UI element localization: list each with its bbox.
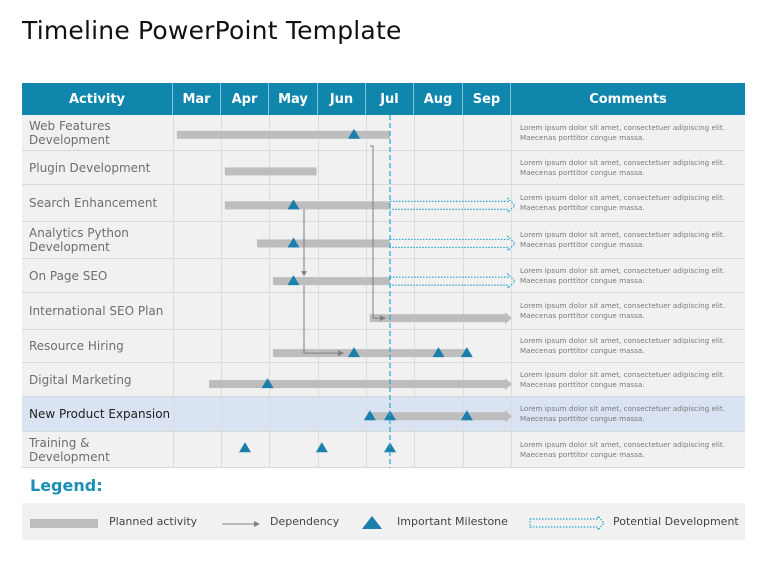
legend-label-planned: Planned activity (109, 515, 198, 528)
activity-label: International SEO Plan (29, 304, 164, 318)
planned-bar-icon (30, 519, 98, 528)
milestone-triangle-icon (362, 516, 382, 529)
activity-label: Resource Hiring (29, 339, 124, 353)
legend: Planned activity Dependency Important Mi… (22, 503, 745, 540)
legend-title: Legend: (30, 476, 103, 495)
comment-text: Lorem ipsum dolor sit amet, consectetuer… (520, 404, 726, 423)
comment-text: Lorem ipsum dolor sit amet, consectetuer… (520, 369, 726, 389)
activity-label: Plugin Development (29, 160, 151, 175)
comment-text: Lorem ipsum dolor sit amet, consectetuer… (520, 301, 726, 320)
header-month-mar: Mar (173, 83, 221, 115)
table-row: International SEO Plan Lorem ipsum dolor… (22, 293, 745, 330)
grid-line (511, 115, 512, 468)
grid-line (269, 115, 270, 468)
comment-text: Lorem ipsum dolor sit amet, consectetuer… (520, 230, 726, 249)
comment-text: Lorem ipsum dolor sit amet, consectetuer… (520, 122, 726, 142)
header-month-jul: Jul (366, 83, 414, 115)
activity-label: Training & Development (29, 435, 110, 464)
header-activity: Activity (22, 83, 173, 115)
activity-label: Web Features Development (29, 118, 111, 147)
grid-line (414, 115, 415, 468)
header-month-may: May (269, 83, 318, 115)
legend-label-milestone: Important Milestone (397, 515, 508, 528)
header-month-aug: Aug (414, 83, 463, 115)
grid-line (366, 115, 367, 468)
comment-text: Lorem ipsum dolor sit amet, consectetuer… (520, 336, 726, 355)
activity-label: New Product Expansion (29, 407, 171, 421)
grid-line (463, 115, 464, 468)
page-title: Timeline PowerPoint Template (22, 16, 402, 45)
comment-text: Lorem ipsum dolor sit amet, consectetuer… (520, 265, 726, 285)
table-row: On Page SEO Lorem ipsum dolor sit amet, … (22, 259, 745, 293)
activity-label: Search Enhancement (29, 196, 158, 210)
grid-line (221, 115, 222, 468)
table-row: Resource Hiring Lorem ipsum dolor sit am… (22, 330, 745, 363)
table-row: Plugin Development Lorem ipsum dolor sit… (22, 151, 745, 185)
timeline-table: Activity Mar Apr May Jun Jul Aug Sep Com… (22, 83, 745, 468)
header-month-apr: Apr (221, 83, 269, 115)
comment-text: Lorem ipsum dolor sit amet, consectetuer… (520, 157, 726, 177)
comment-text: Lorem ipsum dolor sit amet, consectetuer… (520, 439, 726, 459)
activity-label: On Page SEO (29, 268, 108, 283)
table-row: Analytics Python Development Lorem ipsum… (22, 222, 745, 259)
table-row: Search Enhancement Lorem ipsum dolor sit… (22, 185, 745, 222)
comment-text: Lorem ipsum dolor sit amet, consectetuer… (520, 193, 726, 212)
activity-label: Analytics Python Development (29, 226, 129, 254)
table-row: New Product Expansion Lorem ipsum dolor … (22, 397, 745, 432)
grid-line (173, 115, 174, 468)
grid-line (318, 115, 319, 468)
dependency-arrow-icon (222, 521, 260, 527)
header-month-jun: Jun (318, 83, 366, 115)
header-comments: Comments (511, 83, 745, 115)
activity-label: Digital Marketing (29, 372, 132, 387)
potential-arrow-icon (529, 514, 605, 532)
legend-label-potential: Potential Development (613, 515, 739, 528)
table-row: Web Features Development Lorem ipsum dol… (22, 115, 745, 151)
table-row: Digital Marketing Lorem ipsum dolor sit … (22, 363, 745, 397)
legend-label-dependency: Dependency (270, 515, 340, 528)
header-month-sep: Sep (463, 83, 511, 115)
table-row: Training & Development Lorem ipsum dolor… (22, 432, 745, 468)
